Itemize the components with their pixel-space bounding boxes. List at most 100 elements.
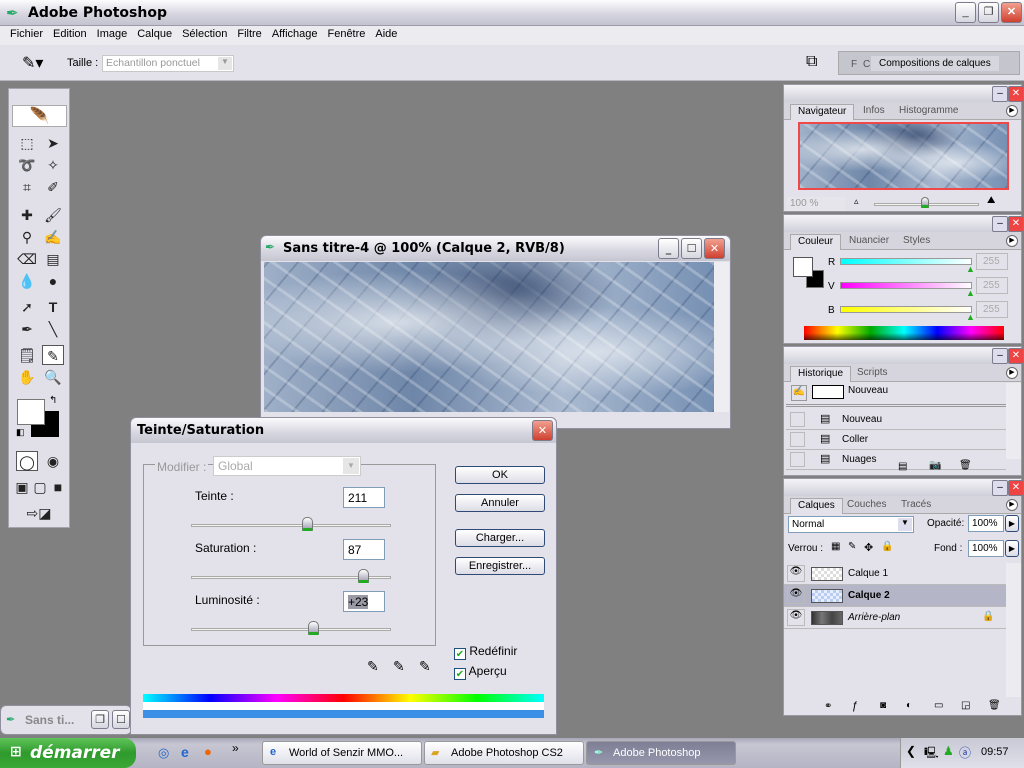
magic-wand-icon[interactable]: ✧ — [42, 155, 64, 175]
load-button[interactable]: Charger... — [455, 529, 545, 547]
blur-tool-icon[interactable]: 💧 — [16, 271, 38, 291]
stamp-tool-icon[interactable]: ⚲ — [16, 227, 38, 247]
notes-tool-icon[interactable]: 🗒 — [16, 345, 38, 365]
new-group-icon[interactable]: ▭ — [934, 700, 943, 711]
lock-transparency-icon[interactable]: ▦ — [831, 541, 840, 552]
navigator-zoom-thumb[interactable] — [921, 197, 929, 208]
foreground-color-swatch[interactable] — [793, 257, 813, 277]
layer-row[interactable]: 👁 Arrière-plan 🔒 — [784, 607, 1006, 629]
jump-to-imageready-icon[interactable]: ⇨◪ — [21, 503, 57, 523]
eyedropper-minus-icon[interactable]: ✎ — [419, 658, 431, 675]
hand-tool-icon[interactable]: ✋ — [16, 367, 38, 387]
tab-paths[interactable]: Tracés — [894, 498, 938, 514]
doc-maximize-button[interactable]: ☐ — [681, 238, 702, 259]
quicklaunch-firefox-icon[interactable]: ● — [204, 744, 212, 759]
new-snapshot-icon[interactable]: 📷 — [929, 460, 941, 471]
history-source-box[interactable] — [790, 432, 805, 447]
tab-swatches[interactable]: Nuancier — [842, 234, 896, 250]
palette-menu-icon[interactable]: ▶ — [1006, 105, 1018, 117]
palette-close-button[interactable]: ✕ — [1008, 86, 1024, 102]
tray-expand-icon[interactable]: ❮ — [906, 744, 916, 758]
hue-slider-thumb[interactable] — [302, 517, 313, 531]
task-photoshop-cs2-folder[interactable]: ▰ Adobe Photoshop CS2 — [424, 741, 584, 765]
channel-slider[interactable] — [840, 306, 972, 313]
well-tab-f[interactable]: F — [851, 59, 857, 70]
eyedropper-tool-icon[interactable]: ✎ — [42, 345, 64, 365]
lock-position-icon[interactable]: ✥ — [864, 541, 873, 554]
palette-menu-icon[interactable]: ▶ — [1006, 367, 1018, 379]
well-tab-layer-comps[interactable]: Compositions de calques — [871, 56, 999, 71]
history-state[interactable]: ▤ Coller — [786, 430, 1006, 450]
blend-mode-select[interactable]: Normal ▼ — [788, 516, 914, 533]
layer-mask-icon[interactable]: ◙ — [880, 700, 886, 711]
menu-filtre[interactable]: Filtre — [232, 26, 266, 45]
screen-mode-full-icon[interactable]: ■ — [49, 477, 67, 497]
path-selection-icon[interactable]: ➚ — [16, 297, 38, 317]
link-layers-icon[interactable]: ⚭ — [824, 701, 832, 712]
move-tool-icon[interactable]: ➤ — [42, 133, 64, 153]
tab-scripts[interactable]: Scripts — [850, 366, 895, 382]
menu-image[interactable]: Image — [92, 26, 133, 45]
zoom-in-icon[interactable]: ⛰ — [987, 195, 995, 206]
colorize-checkbox[interactable]: ✔ Redéfinir — [454, 644, 517, 660]
quicklaunch-more-icon[interactable]: » — [232, 741, 239, 755]
screen-mode-menu-icon[interactable]: ▢ — [31, 477, 49, 497]
default-colors-icon[interactable]: ◧ — [16, 427, 25, 438]
fill-input[interactable]: 100% — [968, 540, 1004, 557]
quicklaunch-ie-icon[interactable]: e — [181, 744, 189, 760]
luminosity-slider-thumb[interactable] — [308, 621, 319, 635]
palette-close-button[interactable]: ✕ — [1008, 348, 1024, 364]
eye-icon[interactable]: 👁 — [787, 565, 805, 582]
menu-fichier[interactable]: Fichier — [5, 26, 48, 45]
standard-mode-icon[interactable]: ◯ — [16, 451, 38, 471]
luminosity-input[interactable]: +23 — [343, 591, 385, 612]
menu-affichage[interactable]: Affichage — [267, 26, 323, 45]
channel-value[interactable]: 255 — [976, 253, 1008, 270]
opacity-input[interactable]: 100% — [968, 515, 1004, 532]
trash-icon[interactable]: 🗑 — [959, 460, 972, 471]
eye-icon[interactable]: 👁 — [787, 587, 805, 604]
navigator-zoom-field[interactable]: 100 % — [787, 197, 845, 211]
quickmask-mode-icon[interactable]: ◉ — [42, 451, 64, 471]
pen-tool-icon[interactable]: ✒ — [16, 319, 38, 339]
palette-minimize-button[interactable]: – — [992, 348, 1008, 364]
eyedropper-icon[interactable]: ✎ — [367, 658, 379, 675]
history-source-box[interactable] — [790, 452, 805, 467]
hue-slider[interactable] — [191, 524, 391, 527]
menu-edition[interactable]: Edition — [48, 26, 92, 45]
channel-slider[interactable] — [840, 282, 972, 289]
new-layer-icon[interactable]: ◲ — [961, 700, 970, 711]
color-ramp[interactable] — [804, 326, 1004, 340]
gradient-tool-icon[interactable]: ▤ — [42, 249, 64, 269]
ok-button[interactable]: OK — [455, 466, 545, 484]
maximize-button[interactable]: ☐ — [112, 710, 130, 729]
history-state[interactable]: ▤ Nuages — [786, 450, 1006, 470]
fill-slider-button[interactable]: ▶ — [1005, 540, 1019, 557]
history-source-box[interactable] — [790, 412, 805, 427]
preview-checkbox[interactable]: ✔ Aperçu — [454, 664, 507, 680]
history-snapshot[interactable]: ✍ Nouveau — [786, 383, 1006, 407]
doc-minimize-button[interactable]: _ — [658, 238, 679, 259]
adobe-feather-icon[interactable]: 🪶 — [12, 105, 67, 127]
eyedropper-preset-icon[interactable]: ✎▾ — [22, 53, 43, 73]
channel-slider[interactable] — [840, 258, 972, 265]
slice-tool-icon[interactable]: ✐ — [42, 177, 64, 197]
minimize-button[interactable]: _ — [955, 2, 976, 23]
modify-select[interactable]: Global ▼ — [213, 456, 361, 476]
task-adobe-photoshop[interactable]: ✒ Adobe Photoshop — [586, 741, 736, 765]
channel-slider-thumb[interactable]: ▲ — [966, 288, 975, 298]
line-tool-icon[interactable]: ╲ — [42, 319, 64, 339]
history-scrollbar[interactable] — [1006, 383, 1021, 459]
well-tab-c[interactable]: C — [863, 59, 870, 70]
palette-close-button[interactable]: ✕ — [1008, 480, 1024, 496]
close-button[interactable]: ✕ — [1001, 2, 1022, 23]
hue-input[interactable]: 211 — [343, 487, 385, 508]
layer-style-icon[interactable]: ƒ — [852, 700, 858, 712]
tab-infos[interactable]: Infos — [856, 104, 892, 120]
tab-navigator[interactable]: Navigateur — [790, 104, 855, 120]
type-tool-icon[interactable]: T — [42, 297, 64, 317]
lasso-tool-icon[interactable]: ➰ — [16, 155, 38, 175]
new-document-from-state-icon[interactable]: ▤ — [898, 461, 907, 472]
eraser-tool-icon[interactable]: ⌫ — [16, 249, 38, 269]
brush-tool-icon[interactable]: 🖌 — [42, 205, 64, 225]
